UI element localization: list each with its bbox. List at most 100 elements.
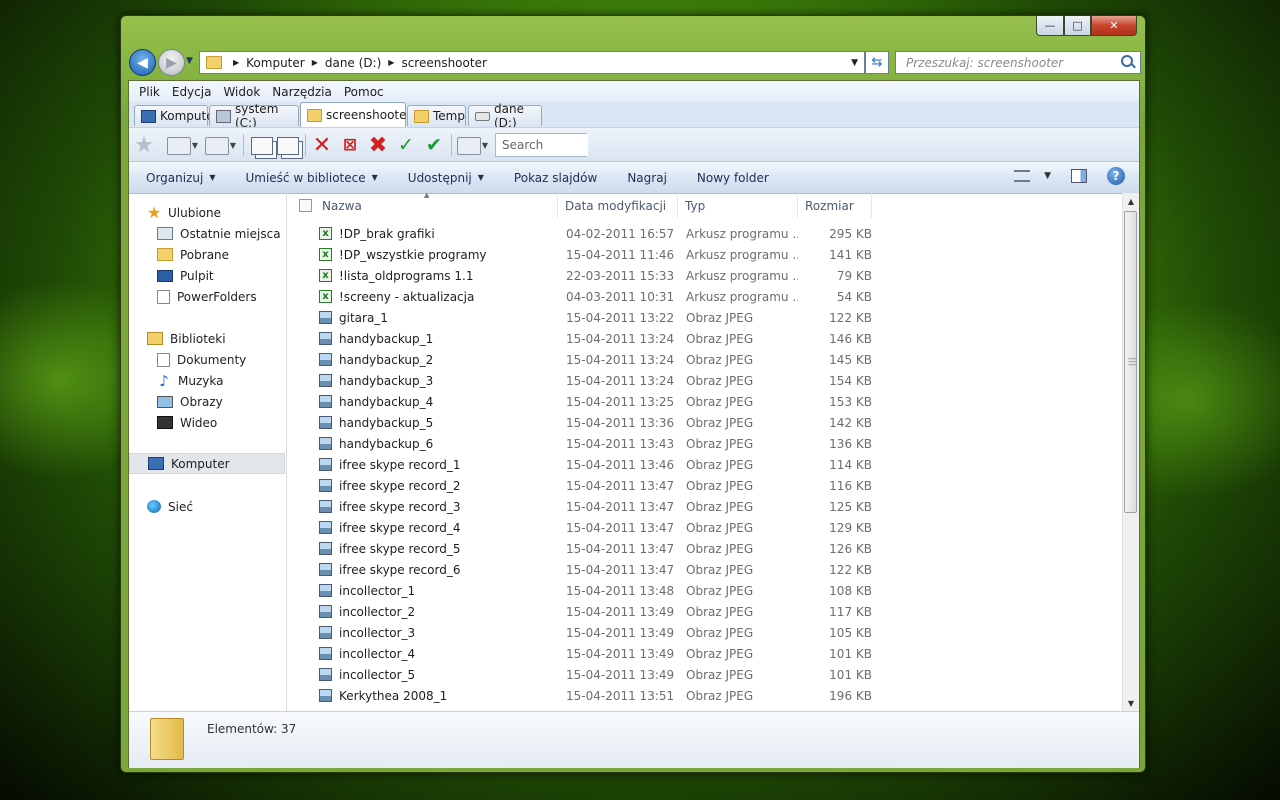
address-bar[interactable]: ▶ Komputer ▶ dane (D:) ▶ screenshooter ▼ — [199, 51, 865, 74]
delete-permanently-icon[interactable]: ✖ — [365, 133, 391, 158]
menu-narzedzia[interactable]: Narzędzia — [266, 85, 338, 99]
recent-pages-chevron-down-icon[interactable]: ▼ — [186, 56, 193, 66]
file-row[interactable]: handybackup_4 15-04-2011 13:25 Obraz JPEG 1… — [287, 391, 1123, 412]
move-to-icon[interactable] — [251, 137, 273, 155]
burn-button[interactable]: Nagraj — [612, 171, 682, 185]
up-folder-icon[interactable] — [205, 137, 229, 155]
tab-screenshooter[interactable]: screenshooter — [300, 102, 411, 127]
close-button[interactable]: ✕ — [1091, 16, 1137, 36]
file-row[interactable]: gitara_1 15-04-2011 13:22 Obraz JPEG 122 KB — [287, 307, 1123, 328]
sidebar-item-music[interactable]: ♪ Muzyka — [129, 370, 285, 391]
select-all-checkbox[interactable] — [299, 199, 312, 212]
file-row[interactable]: ifree skype record_4 15-04-2011 13:47 Obra… — [287, 517, 1123, 538]
history-chevron-down-icon[interactable]: ▼ — [189, 134, 199, 156]
scroll-down-arrow-icon[interactable]: ▼ — [1123, 695, 1139, 711]
column-header-date[interactable]: Data modyfikacji — [558, 193, 678, 218]
preview-pane-icon[interactable] — [1071, 169, 1087, 183]
breadcrumb-komputer[interactable]: Komputer — [246, 56, 305, 70]
sidebar-item-pictures[interactable]: Obrazy — [129, 391, 285, 412]
sidebar-item-computer[interactable]: Komputer — [129, 453, 285, 474]
delete-icon[interactable]: ✕ — [309, 133, 335, 158]
search-input[interactable] — [904, 54, 1118, 71]
breadcrumb-dane[interactable]: dane (D:) — [325, 56, 381, 70]
tab-temp[interactable]: Temp — [407, 105, 466, 126]
add-to-library-button[interactable]: Umieść w bibliotece ▼ — [230, 171, 392, 185]
file-row[interactable]: Kerkythea 2008_1 15-04-2011 13:51 Obraz JP… — [287, 685, 1123, 706]
file-row[interactable]: ifree skype record_3 15-04-2011 13:47 Obra… — [287, 496, 1123, 517]
file-row[interactable]: incollector_5 15-04-2011 13:49 Obraz JPEG 1… — [287, 664, 1123, 685]
vertical-scrollbar[interactable]: ▲ — — — ▼ — [1122, 193, 1139, 711]
sidebar-item-favorites[interactable]: ★ Ulubione — [129, 202, 285, 223]
file-row[interactable]: handybackup_2 15-04-2011 13:24 Obraz JPEG 1… — [287, 349, 1123, 370]
refresh-button[interactable]: ⇆ — [865, 51, 889, 74]
jpeg-image-icon — [319, 500, 332, 513]
breadcrumb-chevron-icon[interactable]: ▶ — [233, 58, 239, 67]
view-options-chevron-down-icon[interactable]: ▼ — [479, 134, 489, 156]
file-row[interactable]: incollector_4 15-04-2011 13:49 Obraz JPEG 1… — [287, 643, 1123, 664]
toolbar-search-input[interactable] — [500, 134, 588, 156]
scrollbar-thumb[interactable]: — — — — [1124, 211, 1137, 513]
file-row[interactable]: ifree skype record_6 15-04-2011 13:47 Obra… — [287, 559, 1123, 580]
file-row[interactable]: handybackup_1 15-04-2011 13:24 Obraz JPEG 1… — [287, 328, 1123, 349]
file-row[interactable]: incollector_2 15-04-2011 13:49 Obraz JPEG 1… — [287, 601, 1123, 622]
change-view-icon[interactable] — [1014, 170, 1031, 182]
sidebar-item-videos[interactable]: Wideo — [129, 412, 285, 433]
back-button[interactable]: ◀ — [129, 49, 156, 76]
sidebar-item-recent-places[interactable]: Ostatnie miejsca — [129, 223, 285, 244]
view-chevron-down-icon[interactable]: ▼ — [1044, 171, 1051, 181]
favorite-star-icon[interactable]: ★ — [131, 133, 157, 158]
tab-system-c[interactable]: system (C:) — [209, 102, 299, 130]
breadcrumb-chevron-icon[interactable]: ▶ — [312, 58, 318, 67]
file-row[interactable]: incollector_3 15-04-2011 13:49 Obraz JPEG 1… — [287, 622, 1123, 643]
jpeg-image-icon — [319, 479, 332, 492]
scroll-up-arrow-icon[interactable]: ▲ — [1123, 193, 1139, 209]
column-header-type[interactable]: Typ — [678, 193, 798, 218]
menu-widok[interactable]: Widok — [217, 85, 266, 99]
history-icon[interactable] — [167, 137, 191, 155]
file-row[interactable]: handybackup_3 15-04-2011 13:24 Obraz JPEG 1… — [287, 370, 1123, 391]
search-icon[interactable] — [1121, 55, 1133, 67]
organize-button[interactable]: Organizuj ▼ — [129, 171, 230, 185]
column-header-size[interactable]: Rozmiar — [798, 193, 872, 218]
menu-pomoc[interactable]: Pomoc — [338, 85, 390, 99]
sidebar-item-desktop[interactable]: Pulpit — [129, 265, 285, 286]
tab-dane-d[interactable]: dane (D:) — [468, 102, 542, 130]
file-row[interactable]: x !screeny - aktualizacja 04-03-2011 10:31… — [287, 286, 1123, 307]
view-options-icon[interactable] — [457, 137, 481, 155]
file-row[interactable]: ifree skype record_1 15-04-2011 13:46 Obra… — [287, 454, 1123, 475]
sidebar-item-documents[interactable]: Dokumenty — [129, 349, 285, 370]
forward-button[interactable]: ▶ — [158, 49, 185, 76]
file-name: handybackup_1 — [339, 331, 434, 346]
delete-file-icon[interactable]: ⊠ — [337, 134, 363, 156]
new-folder-button[interactable]: Nowy folder — [682, 171, 784, 185]
help-icon[interactable]: ? — [1107, 167, 1125, 185]
select-icon[interactable]: ✓ — [393, 134, 419, 156]
sidebar-item-downloads[interactable]: Pobrane — [129, 244, 285, 265]
share-button[interactable]: Udostępnij ▼ — [393, 171, 499, 185]
sidebar-item-network[interactable]: Sieć — [129, 496, 285, 517]
file-row[interactable]: ifree skype record_5 15-04-2011 13:47 Obra… — [287, 538, 1123, 559]
up-chevron-down-icon[interactable]: ▼ — [227, 134, 237, 156]
file-row[interactable]: handybackup_5 15-04-2011 13:36 Obraz JPEG 1… — [287, 412, 1123, 433]
slideshow-button[interactable]: Pokaz slajdów — [499, 171, 612, 185]
minimize-button[interactable]: — — [1036, 16, 1064, 36]
menu-edycja[interactable]: Edycja — [166, 85, 218, 99]
breadcrumb-chevron-icon[interactable]: ▶ — [388, 58, 394, 67]
file-row[interactable]: x !DP_brak grafiki 04-02-2011 16:57 Arkusz … — [287, 223, 1123, 244]
breadcrumb-screenshooter[interactable]: screenshooter — [401, 56, 486, 70]
tab-komputer[interactable]: Komputer — [134, 105, 219, 126]
select-all-icon[interactable]: ✔ — [421, 134, 447, 156]
file-row[interactable]: ifree skype record_2 15-04-2011 13:47 Obra… — [287, 475, 1123, 496]
sidebar-item-powerfolders[interactable]: PowerFolders — [129, 286, 285, 307]
maximize-button[interactable]: □ — [1064, 16, 1091, 36]
file-row[interactable]: incollector_1 15-04-2011 13:48 Obraz JPEG 1… — [287, 580, 1123, 601]
sidebar-item-libraries[interactable]: Biblioteki — [129, 328, 285, 349]
file-row[interactable]: handybackup_6 15-04-2011 13:43 Obraz JPEG 1… — [287, 433, 1123, 454]
column-header-name[interactable]: ▲ Nazwa — [287, 191, 558, 218]
address-history-chevron-down-icon[interactable]: ▼ — [851, 58, 858, 68]
file-row[interactable]: x !lista_oldprograms 1.1 22-03-2011 15:33 A… — [287, 265, 1123, 286]
file-row[interactable]: x !DP_wszystkie programy 15-04-2011 11:46 A… — [287, 244, 1123, 265]
menu-plik[interactable]: Plik — [133, 85, 166, 99]
file-name-cell: handybackup_2 — [287, 353, 558, 367]
copy-to-icon[interactable] — [277, 137, 299, 155]
